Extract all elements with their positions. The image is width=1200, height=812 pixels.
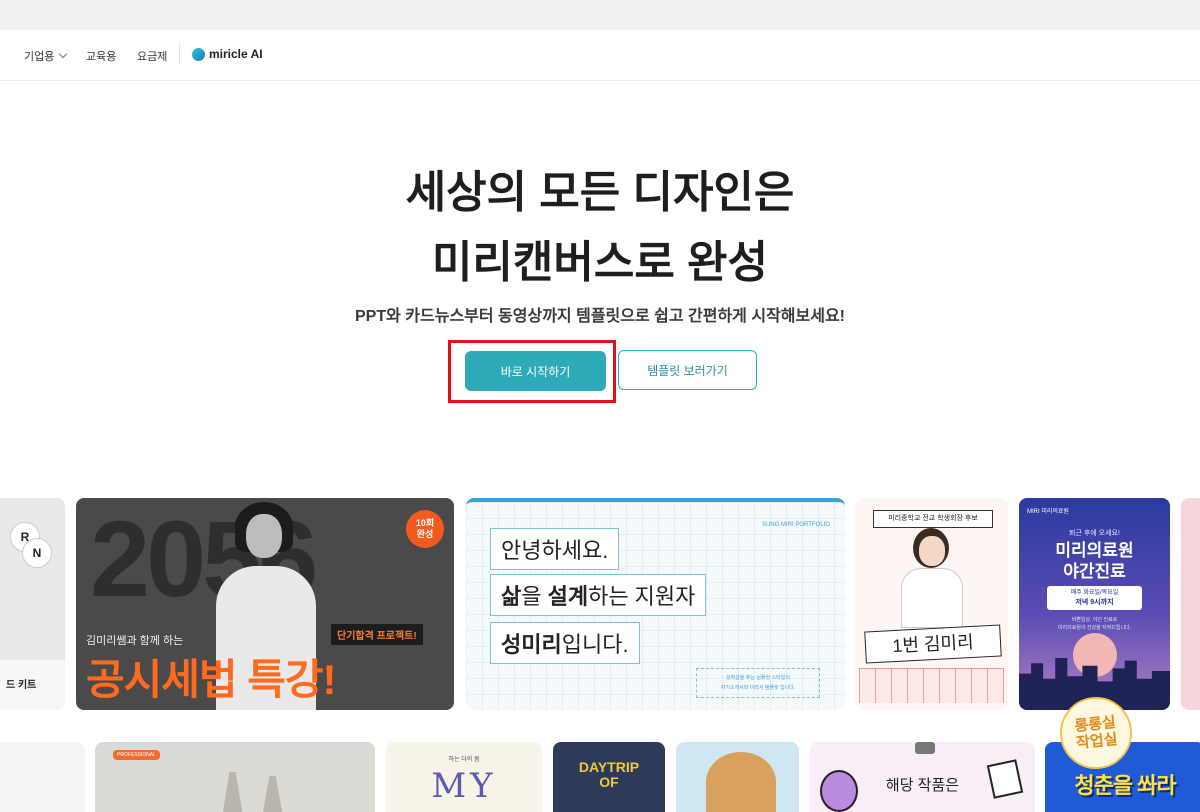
text-box: 안녕하세요. bbox=[490, 528, 620, 570]
top-navigation bbox=[0, 30, 1200, 81]
grid-strip bbox=[859, 668, 1004, 703]
text-bold: 삶 bbox=[501, 584, 522, 609]
card-big-text: MY bbox=[431, 766, 497, 806]
card-title: DAYTRIP OF bbox=[553, 760, 665, 790]
nav-item-pricing[interactable]: 요금제 bbox=[137, 48, 167, 64]
note-line: 성취감을 주는 심플한 스타일의 bbox=[726, 675, 790, 681]
student-face bbox=[919, 536, 945, 566]
template-card-kit[interactable]: R N 드 키트 bbox=[0, 498, 65, 710]
clinic-logo: MIRI 미리의료원 bbox=[1027, 509, 1069, 515]
text-box: 삶을 설계하는 지원자 bbox=[490, 574, 707, 616]
template-card-lecture[interactable]: 2056 10회 완성 김미리쌤과 함께 하는 단기합격 프로젝트! 공시세법 특… bbox=[76, 498, 454, 710]
template-card-clinic[interactable]: MIRI 미리의료원 퇴근 후에 오세요! 미리의료원야간진료 매주 화요일/목… bbox=[1019, 498, 1170, 710]
template-card-partial[interactable] bbox=[1181, 498, 1200, 710]
highlight-box bbox=[448, 340, 616, 403]
template-card-row2[interactable]: 하는 다의 봄 MY bbox=[386, 742, 542, 812]
template-card-row2[interactable]: DAYTRIP OF bbox=[553, 742, 665, 812]
text-line: 입니다. bbox=[561, 632, 629, 657]
desc-line: 바쁜일상, 야간 진료로 bbox=[1071, 617, 1118, 623]
template-card-row2[interactable] bbox=[676, 742, 799, 812]
nav-item-label: 요금제 bbox=[137, 51, 168, 63]
text-line: 하는 지원자 bbox=[588, 584, 696, 609]
text-line: 을 bbox=[521, 584, 548, 609]
portfolio-note: 성취감을 주는 심플한 스타일의자기소개서와 이력서 템플릿 입니다. bbox=[696, 668, 820, 698]
card-headline: 공시세법 특강! bbox=[86, 656, 336, 703]
badge-line: 완성 bbox=[416, 529, 434, 539]
desc-line: 미리의료원이 건강을 지켜드립니다. bbox=[1057, 625, 1132, 631]
brand-label: miricle AI bbox=[209, 47, 263, 61]
card-text: 해당 작품은 bbox=[885, 777, 960, 794]
student-body bbox=[901, 568, 963, 628]
card-label: 드 키트 bbox=[6, 680, 37, 691]
clip-icon bbox=[915, 742, 935, 754]
clinic-hours: 매주 화요일/목요일저녁 9시까지 bbox=[1047, 586, 1142, 610]
card-small-text: 하는 다의 봄 bbox=[448, 757, 480, 763]
hero-title-line2: 미리캔버스로 완성 bbox=[431, 238, 769, 287]
hair-shape bbox=[706, 752, 776, 812]
clinic-title: 미리의료원야간진료 bbox=[1019, 540, 1170, 582]
card-tag: PROFESSIONAL bbox=[113, 750, 160, 760]
browser-top-strip bbox=[0, 0, 1200, 30]
nav-item-label: 기업용 bbox=[24, 51, 55, 63]
title-line: OF bbox=[599, 774, 619, 790]
pill-line: 저녁 9시까지 bbox=[1075, 599, 1114, 606]
nav-item-education[interactable]: 교육용 bbox=[86, 48, 116, 64]
clinic-desc: 바쁜일상, 야간 진료로미리의료원이 건강을 지켜드립니다. bbox=[1019, 616, 1170, 632]
nav-item-enterprise[interactable]: 기업용 bbox=[24, 48, 68, 64]
miricle-logo-icon bbox=[192, 47, 205, 61]
clinic-small: 퇴근 후에 오세요! bbox=[1069, 530, 1120, 537]
tower-shapes bbox=[223, 772, 283, 812]
hero-title-line1: 세상의 모든 디자인은 bbox=[405, 168, 795, 217]
badge-line: 10회 bbox=[415, 518, 435, 528]
letter-circle: N bbox=[22, 538, 52, 568]
text-line: 안녕하세요. bbox=[501, 538, 609, 563]
template-card-student[interactable]: 미리중학교 전교 학생회장 후보 1번 김미리 bbox=[855, 498, 1008, 710]
pill-line: 매주 화요일/목요일 bbox=[1070, 590, 1119, 596]
template-card-portfolio[interactable]: SUNG MIRI PORTFOLIO 안녕하세요. 삶을 설계하는 지원자 성… bbox=[466, 498, 845, 710]
text-bold: 설계 bbox=[547, 584, 589, 609]
banner-label: 미리중학교 전교 학생회장 후보 bbox=[873, 510, 993, 528]
nav-item-label: 교육용 bbox=[86, 51, 117, 63]
nav-divider bbox=[179, 44, 180, 64]
card-title: 청춘을 쏴라 bbox=[1074, 773, 1176, 798]
watermark-line: 작업실 bbox=[1075, 730, 1119, 753]
text-bold: 성미리 bbox=[501, 632, 562, 657]
title-line: 야간진료 bbox=[1063, 562, 1126, 581]
portfolio-header: SUNG MIRI PORTFOLIO bbox=[762, 522, 830, 528]
template-card-row2[interactable]: PROFESSIONAL bbox=[95, 742, 375, 812]
miricle-ai-link[interactable]: miricle AI bbox=[192, 47, 263, 61]
note-line: 자기소개서와 이력서 템플릿 입니다. bbox=[720, 685, 796, 691]
chevron-down-icon bbox=[59, 49, 68, 59]
hero-subtitle: PPT와 카드뉴스부터 동영상까지 템플릿으로 쉽고 간편하게 시작해보세요! bbox=[355, 308, 845, 325]
candidate-name: 1번 김미리 bbox=[864, 624, 1002, 664]
text-box: 성미리입니다. bbox=[490, 622, 640, 664]
template-card-row2[interactable]: 해당 작품은 bbox=[810, 742, 1035, 812]
completion-badge: 10회 완성 bbox=[406, 510, 444, 548]
template-card-row2[interactable] bbox=[0, 742, 85, 812]
title-line: 미리의료원 bbox=[1055, 541, 1134, 560]
view-templates-button[interactable]: 템플릿 보러가기 bbox=[618, 350, 757, 390]
title-line: DAYTRIP bbox=[578, 759, 640, 775]
card-tag: 단기합격 프로젝트! bbox=[331, 624, 423, 645]
